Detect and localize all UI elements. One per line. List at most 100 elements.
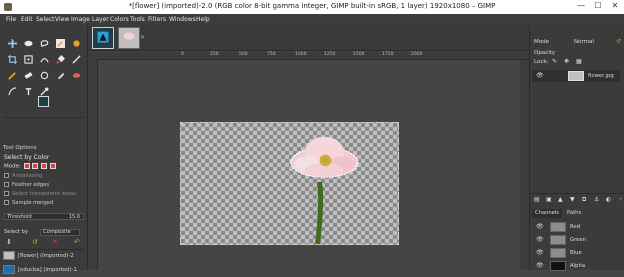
menu-filters[interactable]: Filters: [148, 16, 166, 23]
paths-tool-icon[interactable]: [8, 87, 17, 96]
vertical-scrollbar[interactable]: [520, 60, 529, 270]
channels-paths-tabs: Channels Paths: [530, 209, 624, 218]
select-by-dropdown[interactable]: Composite: [40, 229, 80, 236]
image-list-item[interactable]: [educba] (imported)-1: [3, 265, 87, 277]
unified-transform-icon[interactable]: [24, 55, 33, 64]
image-tab-educba[interactable]: [92, 27, 114, 49]
select-by-label: Select by: [4, 229, 29, 235]
warp-transform-icon[interactable]: [40, 55, 49, 64]
crop-tool-icon[interactable]: [8, 55, 17, 64]
menu-tools[interactable]: Tools: [130, 16, 145, 23]
eraser-icon[interactable]: [24, 71, 33, 80]
move-tool-icon[interactable]: [8, 39, 17, 48]
ruler-tick: 500: [239, 52, 248, 57]
duplicate-layer-icon[interactable]: ⧉: [582, 196, 586, 204]
mode-subtract-icon[interactable]: [41, 163, 48, 169]
feather-edges-checkbox[interactable]: Feather edges: [4, 182, 49, 188]
gradient-tool-icon[interactable]: [72, 55, 81, 64]
ruler-tick: 1500: [353, 52, 365, 57]
channel-thumbnail: [550, 248, 566, 258]
menu-layer[interactable]: Layer: [92, 16, 109, 23]
mask-layer-icon[interactable]: ◐: [606, 196, 611, 203]
menu-image[interactable]: Image: [71, 16, 90, 23]
clone-tool-icon[interactable]: [40, 71, 49, 80]
dodge-burn-icon[interactable]: [72, 71, 81, 80]
minimize-button[interactable]: —: [574, 1, 588, 10]
new-layer-icon[interactable]: ▤: [534, 196, 540, 203]
sample-merged-checkbox[interactable]: Sample merged: [4, 200, 53, 206]
toolbox-panel: Tool Options Select by Color Mode: Antia…: [0, 25, 88, 274]
anchor-layer-icon[interactable]: ⚓: [594, 196, 599, 203]
mode-intersect-icon[interactable]: [49, 163, 56, 169]
select-transparent-checkbox[interactable]: Select transparent areas: [4, 191, 76, 197]
delete-options-icon[interactable]: ✕: [52, 238, 58, 246]
antialiasing-checkbox[interactable]: Antialiasing: [4, 173, 42, 179]
checkbox-box: [4, 200, 9, 205]
toolbox-divider: [4, 249, 84, 250]
channel-row-alpha[interactable]: 👁 Alpha: [532, 260, 620, 272]
text-tool-icon[interactable]: [24, 87, 33, 96]
image-canvas[interactable]: [180, 122, 399, 245]
save-options-icon[interactable]: ⬇: [6, 238, 12, 246]
visibility-eye-icon[interactable]: 👁: [536, 249, 544, 256]
mode-replace-icon[interactable]: [23, 163, 30, 169]
foreground-color-swatch[interactable]: [38, 96, 49, 107]
threshold-value: 15.0: [68, 214, 80, 220]
visibility-eye-icon[interactable]: 👁: [536, 262, 544, 269]
visibility-eye-icon[interactable]: 👁: [536, 72, 544, 79]
horizontal-ruler[interactable]: 0 250 500 750 1000 1250 1500 1750 2000: [98, 52, 529, 60]
restore-options-icon[interactable]: ↺: [32, 238, 38, 246]
layer-mode-dropdown[interactable]: Normal: [574, 39, 594, 45]
menu-bar: File Edit Select View Image Layer Colors…: [0, 14, 624, 25]
tab-close-icon[interactable]: ✕: [140, 34, 145, 41]
menu-file[interactable]: File: [6, 16, 16, 23]
threshold-slider[interactable]: Threshold 15.0: [4, 213, 84, 220]
channel-row-blue[interactable]: 👁 Blue: [532, 247, 620, 259]
opacity-label: Opacity: [534, 50, 556, 56]
bucket-fill-icon[interactable]: [56, 55, 65, 64]
checkbox-box: [4, 191, 9, 196]
menu-help[interactable]: Help: [196, 16, 210, 23]
new-group-icon[interactable]: ▣: [546, 196, 552, 203]
ruler-tick: 0: [181, 52, 184, 57]
tool-options-tab[interactable]: Tool Options: [3, 145, 37, 151]
opacity-row[interactable]: Opacity: [534, 50, 555, 56]
ellipse-select-icon[interactable]: [24, 39, 33, 48]
visibility-eye-icon[interactable]: 👁: [536, 236, 544, 243]
menu-select[interactable]: Select: [36, 16, 55, 23]
delete-layer-icon[interactable]: ✕: [618, 196, 623, 203]
mode-reset-icon[interactable]: ↺: [616, 38, 622, 45]
lower-layer-icon[interactable]: ▼: [570, 196, 575, 203]
channel-row-red[interactable]: 👁 Red: [532, 221, 620, 233]
menu-colors[interactable]: Colors: [110, 16, 129, 23]
lock-position-icon[interactable]: ✥: [564, 58, 569, 65]
foreground-select-icon[interactable]: [72, 39, 81, 48]
menu-windows[interactable]: Windows: [169, 16, 196, 23]
image-tab-flower[interactable]: [118, 27, 140, 49]
maximize-button[interactable]: ☐: [591, 1, 605, 10]
ruler-tick: 1750: [382, 52, 394, 57]
menu-edit[interactable]: Edit: [21, 16, 33, 23]
vertical-ruler[interactable]: [88, 60, 98, 270]
raise-layer-icon[interactable]: ▲: [558, 196, 563, 203]
color-picker-icon[interactable]: [40, 87, 49, 96]
layer-row[interactable]: 👁 flower.jpg: [532, 70, 620, 82]
image-list-item[interactable]: [flower] (imported)-2: [3, 251, 87, 263]
lock-alpha-icon[interactable]: ▦: [576, 58, 582, 65]
reset-options-icon[interactable]: ↶: [74, 238, 80, 246]
free-select-icon[interactable]: [40, 39, 49, 48]
right-dock: Mode Normal ↺ Opacity Lock: ✎ ✥ ▦ 👁 flow…: [529, 25, 624, 272]
tab-paths[interactable]: Paths: [564, 209, 584, 218]
fuzzy-select-icon[interactable]: [56, 39, 65, 48]
channel-row-green[interactable]: 👁 Green: [532, 234, 620, 246]
lock-row: Lock: ✎ ✥ ▦: [534, 58, 582, 65]
tab-channels[interactable]: Channels: [532, 209, 562, 218]
menu-view[interactable]: View: [55, 16, 69, 23]
layer-thumbnail: [568, 71, 584, 81]
mode-add-icon[interactable]: [32, 163, 39, 169]
visibility-eye-icon[interactable]: 👁: [536, 223, 544, 230]
smudge-tool-icon[interactable]: [56, 71, 65, 80]
paintbrush-icon[interactable]: [8, 71, 17, 80]
close-button[interactable]: ✕: [608, 1, 622, 10]
lock-pixels-icon[interactable]: ✎: [552, 58, 557, 65]
